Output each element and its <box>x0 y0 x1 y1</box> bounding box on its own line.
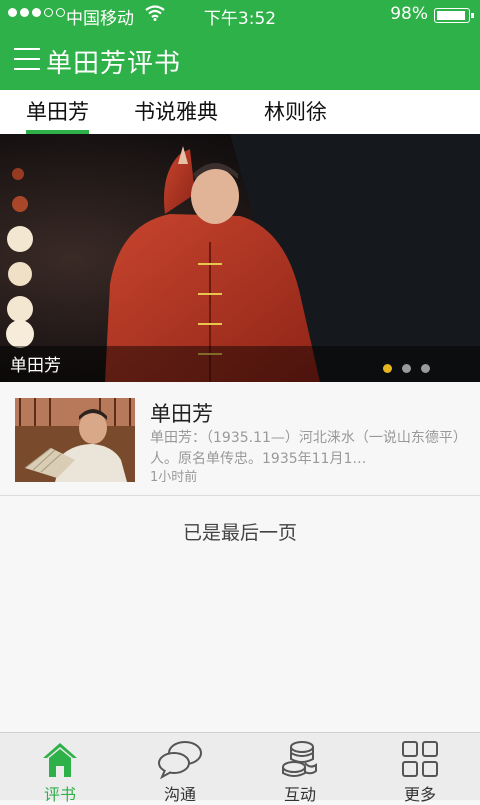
nav-label: 互动 <box>283 785 316 804</box>
bottom-navigation: 评书 沟通 互动 更多 <box>0 732 480 804</box>
chat-bubbles-icon <box>158 741 202 779</box>
battery-icon <box>434 8 474 23</box>
nav-label: 沟通 <box>163 785 196 804</box>
app-title: 单田芳评书 <box>46 49 182 79</box>
app-bar: 单田芳评书 <box>0 30 480 90</box>
banner-image <box>0 134 480 382</box>
grid-icon <box>402 741 438 777</box>
banner-carousel[interactable]: 单田芳 <box>0 134 480 382</box>
tab-lin-zexu[interactable]: 林则徐 <box>264 96 327 134</box>
nav-hudong[interactable]: 互动 <box>240 733 360 804</box>
battery-percent: 98% <box>390 4 428 24</box>
coins-icon <box>282 741 317 777</box>
nav-goutong[interactable]: 沟通 <box>120 733 240 804</box>
menu-icon[interactable] <box>14 48 40 72</box>
nav-label: 更多 <box>403 785 436 804</box>
status-bar: 中国移动 下午3:52 98% <box>0 0 480 30</box>
tab-bar: 单田芳 书说雅典 林则徐 <box>0 90 480 134</box>
carousel-indicator <box>383 364 430 373</box>
list-item[interactable]: 单田芳 单田芳：（1935.11—）河北涞水（一说山东德平）人。原名单传忠。19… <box>0 382 480 496</box>
nav-gengduo[interactable]: 更多 <box>360 733 480 804</box>
tab-shan-tianfang[interactable]: 单田芳 <box>26 96 89 134</box>
tab-shushuo-yadian[interactable]: 书说雅典 <box>134 96 218 134</box>
carousel-dot[interactable] <box>383 364 392 373</box>
nav-pingshu[interactable]: 评书 <box>0 733 120 804</box>
nav-label: 评书 <box>43 785 76 804</box>
item-description: 单田芳：（1935.11—）河北涞水（一说山东德平）人。原名单传忠。1935年1… <box>150 430 467 467</box>
item-thumbnail <box>15 398 135 482</box>
home-icon <box>43 743 77 777</box>
carousel-dot[interactable] <box>421 364 430 373</box>
end-of-list-text: 已是最后一页 <box>182 522 297 544</box>
carousel-dot[interactable] <box>402 364 411 373</box>
item-timestamp: 1小时前 <box>150 470 198 485</box>
item-title: 单田芳 <box>150 402 213 426</box>
banner-caption: 单田芳 <box>10 356 61 376</box>
